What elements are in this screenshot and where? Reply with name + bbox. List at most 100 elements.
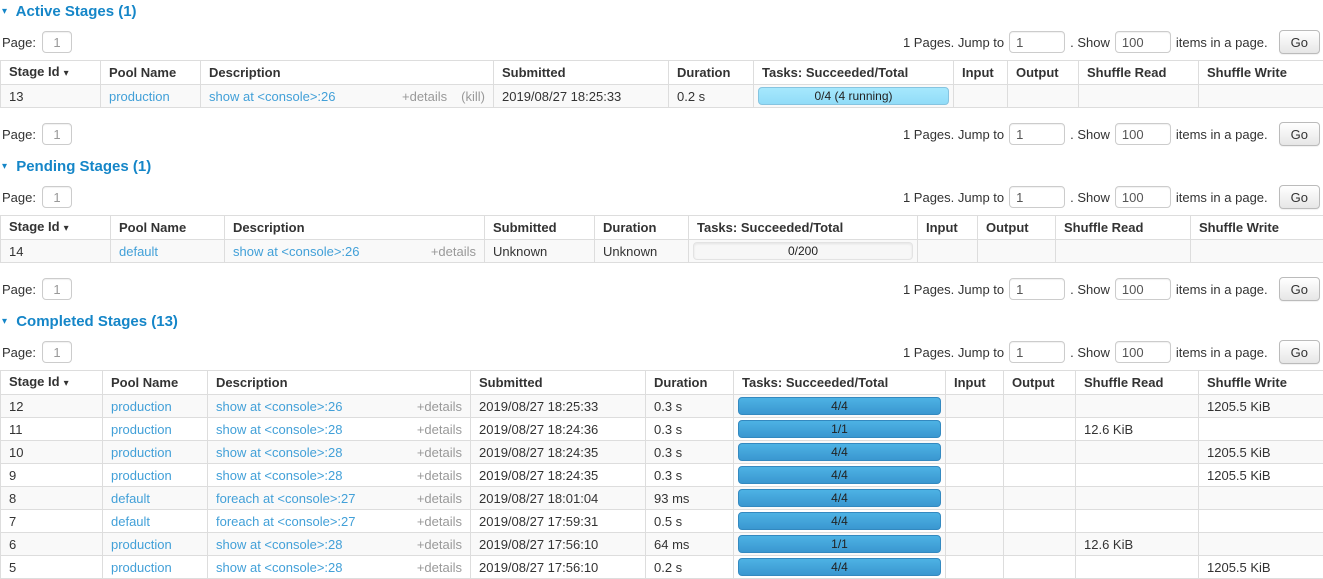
- pool-name-link[interactable]: production: [111, 422, 172, 437]
- output-cell: [1004, 464, 1076, 487]
- details-link[interactable]: +details: [417, 537, 462, 552]
- shuffle-write-cell: 1205.5 KiB: [1199, 464, 1323, 487]
- page-label: Page:: [2, 35, 36, 50]
- column-header-tasks[interactable]: Tasks: Succeeded/Total: [734, 371, 946, 395]
- jump-to-page-input[interactable]: [1009, 123, 1065, 145]
- go-button[interactable]: Go: [1279, 30, 1320, 54]
- task-progress-label: 4/4: [739, 444, 940, 460]
- column-header-stage-id[interactable]: Stage Id▾: [1, 61, 101, 85]
- jump-to-page-input[interactable]: [1009, 31, 1065, 53]
- description-link[interactable]: show at <console>:28: [216, 560, 342, 575]
- page-number-input[interactable]: [42, 341, 72, 363]
- show-items-input[interactable]: [1115, 341, 1171, 363]
- column-header-shuffle-write[interactable]: Shuffle Write: [1199, 371, 1323, 395]
- details-link[interactable]: +details: [417, 399, 462, 414]
- details-link[interactable]: +details: [402, 89, 447, 104]
- column-header-shuffle-read[interactable]: Shuffle Read: [1056, 216, 1191, 240]
- description-link[interactable]: show at <console>:26: [209, 89, 335, 104]
- pool-name-link[interactable]: production: [111, 560, 172, 575]
- description-link[interactable]: show at <console>:28: [216, 468, 342, 483]
- completed-stages-header[interactable]: ▾ Completed Stages (13): [2, 313, 1321, 330]
- go-button[interactable]: Go: [1279, 185, 1320, 209]
- column-header-duration[interactable]: Duration: [595, 216, 689, 240]
- pool-name-link[interactable]: default: [111, 514, 150, 529]
- description-link[interactable]: foreach at <console>:27: [216, 514, 356, 529]
- column-header-pool-name[interactable]: Pool Name: [103, 371, 208, 395]
- kill-link[interactable]: (kill): [461, 89, 485, 104]
- column-header-output[interactable]: Output: [978, 216, 1056, 240]
- column-header-input[interactable]: Input: [954, 61, 1008, 85]
- column-header-pool-name[interactable]: Pool Name: [101, 61, 201, 85]
- pool-name-link[interactable]: production: [109, 89, 170, 104]
- column-header-duration[interactable]: Duration: [669, 61, 754, 85]
- details-link[interactable]: +details: [417, 491, 462, 506]
- task-progress-label: 4/4: [739, 467, 940, 483]
- pending-stages-header[interactable]: ▾ Pending Stages (1): [2, 158, 1321, 175]
- description-link[interactable]: show at <console>:28: [216, 537, 342, 552]
- page-number-input[interactable]: [42, 31, 72, 53]
- details-link[interactable]: +details: [417, 560, 462, 575]
- description-link[interactable]: show at <console>:28: [216, 422, 342, 437]
- column-header-description[interactable]: Description: [208, 371, 471, 395]
- jump-to-page-input[interactable]: [1009, 278, 1065, 300]
- pool-name-cell: production: [101, 85, 201, 108]
- details-link[interactable]: +details: [417, 468, 462, 483]
- task-progress-label: 0/200: [694, 243, 912, 259]
- column-header-submitted[interactable]: Submitted: [494, 61, 669, 85]
- stage-row: 7defaultforeach at <console>:27+details2…: [1, 510, 1323, 533]
- column-header-pool-name[interactable]: Pool Name: [111, 216, 225, 240]
- pool-name-link[interactable]: production: [111, 468, 172, 483]
- pool-name-link[interactable]: production: [111, 445, 172, 460]
- description-link[interactable]: foreach at <console>:27: [216, 491, 356, 506]
- pool-name-link[interactable]: default: [119, 244, 158, 259]
- stage-id-cell: 11: [1, 418, 103, 441]
- pool-name-link[interactable]: production: [111, 537, 172, 552]
- jump-to-page-input[interactable]: [1009, 341, 1065, 363]
- column-header-output[interactable]: Output: [1008, 61, 1079, 85]
- page-label: Page:: [2, 127, 36, 142]
- description-link[interactable]: show at <console>:26: [233, 244, 359, 259]
- details-link[interactable]: +details: [417, 422, 462, 437]
- jump-to-page-input[interactable]: [1009, 186, 1065, 208]
- go-button[interactable]: Go: [1279, 277, 1320, 301]
- details-link[interactable]: +details: [417, 514, 462, 529]
- pool-name-link[interactable]: production: [111, 399, 172, 414]
- show-items-input[interactable]: [1115, 186, 1171, 208]
- column-header-input[interactable]: Input: [918, 216, 978, 240]
- page-number-input[interactable]: [42, 123, 72, 145]
- sort-descending-icon: ▾: [64, 223, 69, 234]
- shuffle-read-cell: 12.6 KiB: [1076, 418, 1199, 441]
- column-header-submitted[interactable]: Submitted: [485, 216, 595, 240]
- details-link[interactable]: +details: [431, 244, 476, 259]
- column-header-shuffle-write[interactable]: Shuffle Write: [1191, 216, 1323, 240]
- column-header-tasks[interactable]: Tasks: Succeeded/Total: [689, 216, 918, 240]
- column-header-stage-id[interactable]: Stage Id▾: [1, 371, 103, 395]
- column-header-submitted[interactable]: Submitted: [471, 371, 646, 395]
- section-title-text: Pending Stages (1): [16, 158, 151, 175]
- column-header-tasks[interactable]: Tasks: Succeeded/Total: [754, 61, 954, 85]
- show-items-input[interactable]: [1115, 31, 1171, 53]
- column-header-stage-id[interactable]: Stage Id▾: [1, 216, 111, 240]
- column-header-duration[interactable]: Duration: [646, 371, 734, 395]
- column-header-shuffle-read[interactable]: Shuffle Read: [1079, 61, 1199, 85]
- column-header-shuffle-write[interactable]: Shuffle Write: [1199, 61, 1323, 85]
- duration-cell: 0.2 s: [669, 85, 754, 108]
- shuffle-read-cell: [1076, 464, 1199, 487]
- details-link[interactable]: +details: [417, 445, 462, 460]
- description-link[interactable]: show at <console>:28: [216, 445, 342, 460]
- show-items-input[interactable]: [1115, 278, 1171, 300]
- page-number-input[interactable]: [42, 186, 72, 208]
- page-number-input[interactable]: [42, 278, 72, 300]
- description-link[interactable]: show at <console>:26: [216, 399, 342, 414]
- column-header-shuffle-read[interactable]: Shuffle Read: [1076, 371, 1199, 395]
- input-cell: [946, 487, 1004, 510]
- go-button[interactable]: Go: [1279, 122, 1320, 146]
- column-header-description[interactable]: Description: [201, 61, 494, 85]
- column-header-description[interactable]: Description: [225, 216, 485, 240]
- column-header-input[interactable]: Input: [946, 371, 1004, 395]
- active-stages-header[interactable]: ▾ Active Stages (1): [2, 3, 1321, 20]
- show-items-input[interactable]: [1115, 123, 1171, 145]
- go-button[interactable]: Go: [1279, 340, 1320, 364]
- column-header-output[interactable]: Output: [1004, 371, 1076, 395]
- pool-name-link[interactable]: default: [111, 491, 150, 506]
